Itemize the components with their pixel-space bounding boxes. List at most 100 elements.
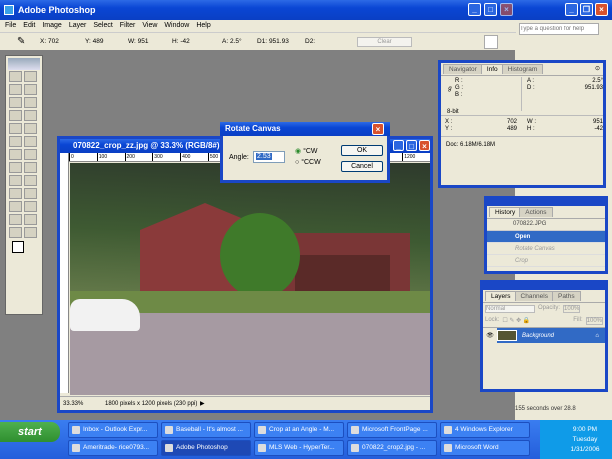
layer-thumbnail — [497, 330, 517, 341]
tab-layers[interactable]: Layers — [485, 291, 517, 301]
minimize-button[interactable]: _ — [393, 140, 404, 151]
minimize-button[interactable]: _ — [565, 3, 578, 16]
maximize-button[interactable]: □ — [406, 140, 417, 151]
app-icon — [72, 444, 80, 452]
tool-icon[interactable] — [24, 84, 37, 95]
opacity-input[interactable]: 100% — [563, 305, 581, 313]
tool-icon[interactable] — [9, 136, 22, 147]
taskbar-button[interactable]: 4 Windows Explorer — [440, 422, 530, 438]
start-button[interactable]: start — [0, 422, 60, 442]
tab-histogram[interactable]: Histogram — [501, 64, 544, 74]
cancel-button[interactable]: Cancel — [341, 161, 383, 172]
tab-paths[interactable]: Paths — [551, 291, 581, 301]
tab-channels[interactable]: Channels — [514, 291, 554, 301]
history-item[interactable]: Crop — [487, 255, 605, 267]
ruler-tick: 0 — [69, 153, 97, 161]
history-item[interactable]: Rotate Canvas — [487, 243, 605, 255]
tool-icon[interactable] — [9, 188, 22, 199]
app-title: Adobe Photoshop — [18, 5, 96, 15]
menu-edit[interactable]: Edit — [23, 20, 35, 32]
taskbar-button[interactable]: Crop at an Angle - M... — [254, 422, 344, 438]
tab-actions[interactable]: Actions — [519, 207, 553, 217]
taskbar-button[interactable]: MLS Web - HyperTer... — [254, 440, 344, 456]
clear-button[interactable]: Clear — [357, 37, 412, 47]
lock-icons[interactable]: ☐ ✎ ✥ 🔒 — [502, 317, 570, 325]
photoshop-titlebar: Adobe Photoshop _ □ × — [0, 0, 516, 20]
options-bar: ✎ X: 702 Y: 489 W: 951 H: -42 A: 2.5° D1… — [0, 32, 516, 50]
taskbar-button[interactable]: Adobe Photoshop — [161, 440, 251, 456]
tool-icon[interactable] — [9, 84, 22, 95]
tool-icon[interactable] — [24, 214, 37, 225]
tool-icon[interactable] — [24, 175, 37, 186]
menu-select[interactable]: Select — [93, 20, 112, 32]
menu-image[interactable]: Image — [42, 20, 61, 32]
taskbar: start 9:00 PM Tuesday 1/31/2006 Inbox - Ou… — [0, 420, 612, 459]
history-snapshot[interactable]: 070822.JPG — [487, 219, 605, 231]
tool-icon[interactable] — [24, 123, 37, 134]
ccw-radio[interactable]: ○ °CCW — [295, 159, 321, 166]
menu-layer[interactable]: Layer — [69, 20, 87, 32]
tool-icon[interactable] — [9, 162, 22, 173]
taskbar-button[interactable]: Inbox - Outlook Expr... — [68, 422, 158, 438]
eye-icon[interactable]: 👁 — [483, 332, 497, 339]
app-icon — [165, 444, 173, 452]
tool-icon[interactable] — [24, 188, 37, 199]
tool-icon[interactable] — [24, 227, 37, 238]
taskbar-button[interactable]: Ameritrade- rice0793... — [68, 440, 158, 456]
close-button[interactable]: × — [500, 3, 513, 16]
tool-icon[interactable] — [9, 110, 22, 121]
menu-help[interactable]: Help — [196, 20, 210, 32]
status-menu-arrow-icon[interactable]: ▶ — [200, 397, 205, 411]
taskbar-button[interactable]: 070822_crop2.jpg - ... — [347, 440, 437, 456]
close-button[interactable]: × — [595, 3, 608, 16]
minimize-button[interactable]: _ — [468, 3, 481, 16]
taskbar-button[interactable]: Microsoft FrontPage ... — [347, 422, 437, 438]
layer-row-background[interactable]: 👁 Background ⌂ — [483, 327, 605, 343]
app-icon — [165, 426, 173, 434]
taskbar-button[interactable]: Baseball - It's almost ... — [161, 422, 251, 438]
menu-filter[interactable]: Filter — [120, 20, 136, 32]
color-swatches[interactable] — [8, 239, 40, 261]
palette-well-icon[interactable] — [484, 35, 498, 49]
tool-icon[interactable] — [9, 214, 22, 225]
fill-input[interactable]: 100% — [585, 317, 603, 325]
d2-readout: D2: — [305, 38, 316, 45]
history-item[interactable]: Open — [487, 231, 605, 243]
tool-icon[interactable] — [9, 123, 22, 134]
menu-window[interactable]: Window — [164, 20, 189, 32]
tab-history[interactable]: History — [489, 207, 522, 217]
menu-view[interactable]: View — [142, 20, 157, 32]
tool-icon[interactable] — [24, 71, 37, 82]
ok-button[interactable]: OK — [341, 145, 383, 156]
tool-icon[interactable] — [24, 97, 37, 108]
tab-info[interactable]: Info — [480, 64, 504, 74]
tool-icon[interactable] — [9, 149, 22, 160]
blend-mode-select[interactable]: Normal — [485, 305, 535, 313]
tool-icon[interactable] — [9, 97, 22, 108]
document-info: 1800 pixels x 1200 pixels (230 ppi) — [105, 401, 198, 407]
tool-icon[interactable] — [24, 201, 37, 212]
tool-icon[interactable] — [24, 162, 37, 173]
tool-icon[interactable] — [24, 136, 37, 147]
white-car — [70, 299, 140, 331]
ruler-tool-icon[interactable]: ✎ — [17, 33, 25, 51]
panel-menu-icon[interactable]: ⊙ — [595, 65, 600, 72]
restore-button[interactable]: ❐ — [580, 3, 593, 16]
close-button[interactable]: × — [419, 140, 430, 151]
tab-navigator[interactable]: Navigator — [443, 64, 483, 74]
close-button[interactable]: × — [372, 123, 384, 135]
tool-icon[interactable] — [9, 227, 22, 238]
zoom-level[interactable]: 33.33% — [63, 397, 83, 411]
tool-icon[interactable] — [9, 175, 22, 186]
tool-icon[interactable] — [9, 201, 22, 212]
maximize-button[interactable]: □ — [484, 3, 497, 16]
taskbar-button[interactable]: Microsoft Word — [440, 440, 530, 456]
tool-icon[interactable] — [9, 71, 22, 82]
menu-file[interactable]: File — [5, 20, 16, 32]
history-tabs: History Actions — [487, 206, 605, 219]
tool-icon[interactable] — [24, 110, 37, 121]
cw-radio[interactable]: ◉ °CW — [295, 147, 318, 155]
help-search-input[interactable] — [519, 23, 599, 35]
history-panel: History Actions 070822.JPG Open Rotate Can… — [484, 196, 608, 274]
tool-icon[interactable] — [24, 149, 37, 160]
